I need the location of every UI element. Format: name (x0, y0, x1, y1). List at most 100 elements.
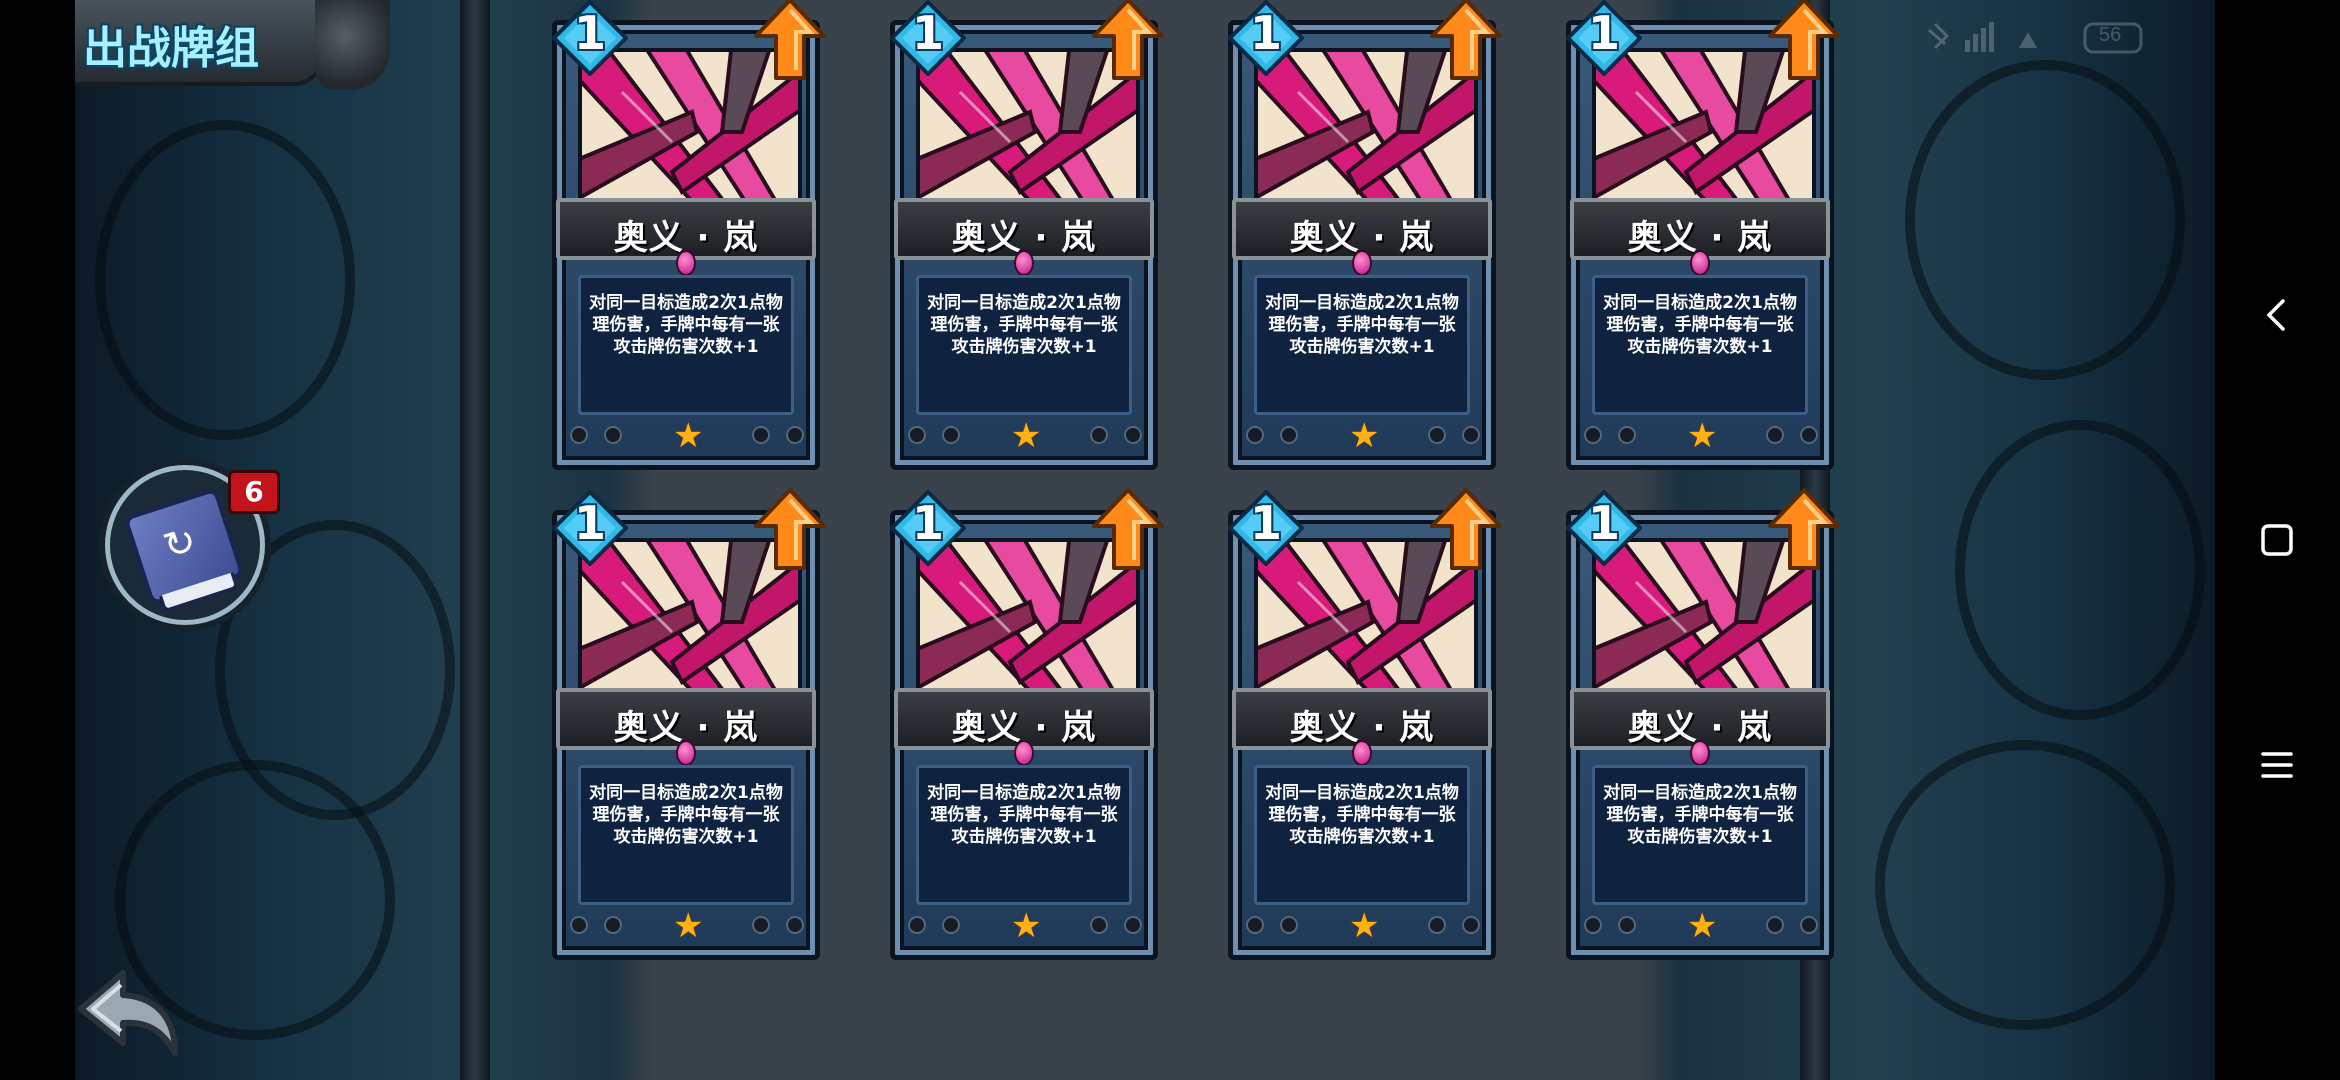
rivet-icon (604, 426, 622, 444)
card-description-box: 对同一目标造成2次1点物理伤害，手牌中每有一张攻击牌伤害次数+1 (578, 275, 794, 415)
nav-home-square-icon[interactable] (2257, 520, 2297, 560)
rivet-icon (1618, 916, 1636, 934)
card-cost: 1 (1249, 6, 1282, 60)
pink-gem-icon (1352, 250, 1372, 276)
skill-card[interactable]: 奥义 · 岚对同一目标造成2次1点物理伤害，手牌中每有一张攻击牌伤害次数+1 ★ 1 (551, 488, 826, 970)
left-pillar-edge (460, 0, 490, 1080)
rivet-icon (1124, 426, 1142, 444)
back-arrow-button[interactable] (75, 965, 185, 1060)
card-description-box: 对同一目标造成2次1点物理伤害，手牌中每有一张攻击牌伤害次数+1 (578, 765, 794, 905)
upgrade-arrow-icon[interactable] (1428, 0, 1504, 82)
cost-diamond-icon: 1 (1227, 0, 1305, 77)
rivet-icon (752, 426, 770, 444)
pink-gem-icon (1014, 250, 1034, 276)
deck-button[interactable]: ↻ 6 (105, 465, 280, 625)
card-description: 对同一目标造成2次1点物理伤害，手牌中每有一张攻击牌伤害次数+1 (927, 293, 1121, 357)
card-description-box: 对同一目标造成2次1点物理伤害，手牌中每有一张攻击牌伤害次数+1 (916, 275, 1132, 415)
upgrade-arrow-icon[interactable] (752, 0, 828, 82)
page-title-banner: 出战牌组 (75, 0, 324, 86)
card-description: 对同一目标造成2次1点物理伤害，手牌中每有一张攻击牌伤害次数+1 (1603, 293, 1797, 357)
card-description: 对同一目标造成2次1点物理伤害，手牌中每有一张攻击牌伤害次数+1 (589, 293, 783, 357)
upgrade-arrow-icon[interactable] (1766, 488, 1842, 572)
rivet-icon (1280, 426, 1298, 444)
card-description-box: 对同一目标造成2次1点物理伤害，手牌中每有一张攻击牌伤害次数+1 (1592, 275, 1808, 415)
card-description: 对同一目标造成2次1点物理伤害，手牌中每有一张攻击牌伤害次数+1 (1603, 783, 1797, 847)
status-icons (1928, 22, 2143, 54)
card-footer: ★ (1246, 906, 1480, 950)
upgrade-arrow-icon[interactable] (1090, 488, 1166, 572)
battery-level: 56 (2099, 24, 2122, 46)
deck-book-icon: ↻ (123, 487, 245, 606)
rivet-icon (1584, 916, 1602, 934)
card-description: 对同一目标造成2次1点物理伤害，手牌中每有一张攻击牌伤害次数+1 (927, 783, 1121, 847)
star-rating-icon: ★ (1349, 906, 1380, 946)
card-description-box: 对同一目标造成2次1点物理伤害，手牌中每有一张攻击牌伤害次数+1 (1592, 765, 1808, 905)
rivet-icon (570, 426, 588, 444)
rivet-icon (1766, 426, 1784, 444)
card-cost: 1 (573, 496, 606, 550)
star-rating-icon: ★ (1011, 906, 1042, 946)
status-bar: 56 (1915, 18, 2175, 58)
card-cost: 1 (911, 6, 944, 60)
rivet-icon (908, 916, 926, 934)
rivet-icon (1090, 916, 1108, 934)
skill-card[interactable]: 奥义 · 岚对同一目标造成2次1点物理伤害，手牌中每有一张攻击牌伤害次数+1 ★ 1 (1565, 488, 1840, 970)
card-footer: ★ (1584, 418, 1818, 460)
card-cost: 1 (911, 496, 944, 550)
card-footer: ★ (1246, 416, 1480, 460)
rivet-icon (1462, 916, 1480, 934)
skill-card[interactable]: 奥义 · 岚对同一目标造成2次1点物理伤害，手牌中每有一张攻击牌伤害次数+1 ★ 1 (1227, 488, 1502, 970)
card-footer: ★ (570, 416, 804, 460)
star-rating-icon: ★ (1349, 416, 1380, 456)
pink-gem-icon (1014, 740, 1034, 766)
rivet-icon (1428, 426, 1446, 444)
rivet-icon (786, 426, 804, 444)
upgrade-arrow-icon[interactable] (1766, 0, 1842, 82)
cost-diamond-icon: 1 (1227, 489, 1305, 567)
rivet-icon (1124, 916, 1142, 934)
card-description-box: 对同一目标造成2次1点物理伤害，手牌中每有一张攻击牌伤害次数+1 (916, 765, 1132, 905)
pink-gem-icon (1352, 740, 1372, 766)
game-screen: 出战牌组 ↻ 6 奥义 · 岚对同一目标造成2次1点物理伤害，手牌中每有一张攻击… (75, 0, 2215, 1080)
vine-decor (1875, 740, 2175, 1030)
rivet-icon (786, 916, 804, 934)
cost-diamond-icon: 1 (1565, 0, 1643, 77)
cost-diamond-icon: 1 (551, 489, 629, 567)
upgrade-arrow-icon[interactable] (1428, 488, 1504, 572)
cost-diamond-icon: 1 (889, 489, 967, 567)
skill-card[interactable]: 奥义 · 岚对同一目标造成2次1点物理伤害，手牌中每有一张攻击牌伤害次数+1 ★ 1 (1565, 0, 1840, 480)
card-description: 对同一目标造成2次1点物理伤害，手牌中每有一张攻击牌伤害次数+1 (589, 783, 783, 847)
star-rating-icon: ★ (673, 416, 704, 456)
rivet-icon (1280, 916, 1298, 934)
pink-gem-icon (1690, 250, 1710, 276)
skill-card[interactable]: 奥义 · 岚对同一目标造成2次1点物理伤害，手牌中每有一张攻击牌伤害次数+1 ★ 1 (889, 0, 1164, 480)
upgrade-arrow-icon[interactable] (752, 488, 828, 572)
nav-back-chevron-icon[interactable] (2257, 295, 2297, 335)
card-footer: ★ (908, 906, 1142, 950)
skill-card[interactable]: 奥义 · 岚对同一目标造成2次1点物理伤害，手牌中每有一张攻击牌伤害次数+1 ★ 1 (1227, 0, 1502, 480)
star-rating-icon: ★ (673, 906, 704, 946)
pink-gem-icon (1690, 740, 1710, 766)
page-title: 出战牌组 (83, 24, 259, 73)
nav-menu-hamburger-icon[interactable] (2257, 745, 2297, 785)
rivet-icon (1800, 916, 1818, 934)
vine-decor (1905, 60, 2185, 380)
card-cost: 1 (573, 6, 606, 60)
card-footer: ★ (570, 906, 804, 950)
dragon-ornament (315, 0, 390, 90)
rivet-icon (942, 916, 960, 934)
card-footer: ★ (908, 418, 1142, 460)
upgrade-arrow-icon[interactable] (1090, 0, 1166, 82)
rivet-icon (1428, 916, 1446, 934)
skill-card[interactable]: 奥义 · 岚对同一目标造成2次1点物理伤害，手牌中每有一张攻击牌伤害次数+1 ★ 1 (889, 488, 1164, 970)
rivet-icon (1090, 426, 1108, 444)
pink-gem-icon (676, 740, 696, 766)
card-cost: 1 (1587, 496, 1620, 550)
pink-gem-icon (676, 250, 696, 276)
deck-count-badge: 6 (228, 470, 280, 514)
rivet-icon (570, 916, 588, 934)
card-cost: 1 (1587, 6, 1620, 60)
card-description: 对同一目标造成2次1点物理伤害，手牌中每有一张攻击牌伤害次数+1 (1265, 293, 1459, 357)
cost-diamond-icon: 1 (889, 0, 967, 77)
skill-card[interactable]: 奥义 · 岚对同一目标造成2次1点物理伤害，手牌中每有一张攻击牌伤害次数+1 ★ 1 (551, 0, 826, 480)
